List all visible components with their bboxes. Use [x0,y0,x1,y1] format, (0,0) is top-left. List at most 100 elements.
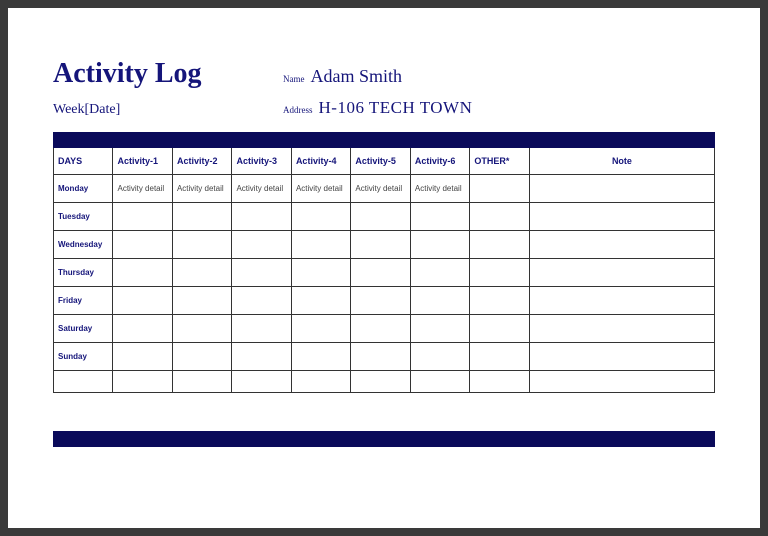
day-cell[interactable]: Sunday [54,343,113,371]
activity-cell[interactable] [529,175,714,203]
activity-cell[interactable] [529,203,714,231]
spacer-cell [470,371,529,393]
activity-cell[interactable] [351,287,410,315]
activity-cell[interactable] [172,315,231,343]
col-activity-5: Activity-5 [351,148,410,175]
activity-cell[interactable] [291,231,350,259]
activity-cell[interactable] [351,231,410,259]
activity-cell[interactable] [470,231,529,259]
col-activity-6: Activity-6 [410,148,469,175]
activity-cell[interactable] [172,259,231,287]
table-spacer-row [54,371,715,393]
activity-cell[interactable] [172,343,231,371]
col-activity-2: Activity-2 [172,148,231,175]
activity-cell[interactable] [291,343,350,371]
activity-cell[interactable]: Activity detail [410,175,469,203]
activity-cell[interactable] [529,343,714,371]
day-cell[interactable]: Thursday [54,259,113,287]
name-value: Adam Smith [311,66,403,87]
spacer-cell [529,371,714,393]
week-label: Week[Date] [53,102,283,118]
activity-cell[interactable] [410,287,469,315]
activity-cell[interactable] [410,315,469,343]
activity-cell[interactable] [529,231,714,259]
document-page: Activity Log Name Adam Smith Week[Date] … [8,8,760,528]
day-cell[interactable]: Saturday [54,315,113,343]
activity-cell[interactable] [113,259,172,287]
activity-cell[interactable] [351,343,410,371]
table-row: Sunday [54,343,715,371]
page-title: Activity Log [53,58,283,90]
name-label: Name [283,74,305,84]
day-cell[interactable]: Friday [54,287,113,315]
table-header-row: DAYS Activity-1 Activity-2 Activity-3 Ac… [54,148,715,175]
spacer-cell [410,371,469,393]
table-row: Wednesday [54,231,715,259]
col-other: OTHER* [470,148,529,175]
activity-cell[interactable]: Activity detail [291,175,350,203]
table-row: Friday [54,287,715,315]
activity-cell[interactable] [232,287,291,315]
activity-cell[interactable] [232,231,291,259]
activity-cell[interactable] [172,231,231,259]
col-activity-4: Activity-4 [291,148,350,175]
activity-cell[interactable] [113,343,172,371]
activity-cell[interactable] [232,203,291,231]
activity-cell[interactable] [113,231,172,259]
activity-cell[interactable]: Activity detail [351,175,410,203]
activity-cell[interactable] [529,259,714,287]
activity-cell[interactable] [113,315,172,343]
day-cell[interactable]: Monday [54,175,113,203]
activity-cell[interactable] [172,203,231,231]
spacer-cell [113,371,172,393]
activity-table: DAYS Activity-1 Activity-2 Activity-3 Ac… [53,148,715,393]
activity-cell[interactable] [232,259,291,287]
activity-cell[interactable] [291,259,350,287]
activity-cell[interactable] [529,287,714,315]
activity-cell[interactable] [410,231,469,259]
activity-cell[interactable] [470,175,529,203]
activity-cell[interactable] [232,315,291,343]
activity-cell[interactable] [529,315,714,343]
activity-cell[interactable] [172,287,231,315]
footer-spacer [53,393,715,431]
col-activity-1: Activity-1 [113,148,172,175]
spacer-cell [351,371,410,393]
address-label: Address [283,105,313,115]
day-cell[interactable]: Wednesday [54,231,113,259]
activity-cell[interactable] [410,343,469,371]
table-row: Saturday [54,315,715,343]
spacer-cell [54,371,113,393]
address-value: H-106 TECH TOWN [319,98,473,118]
activity-cell[interactable] [291,203,350,231]
activity-cell[interactable] [470,343,529,371]
activity-cell[interactable] [470,203,529,231]
activity-cell[interactable] [470,259,529,287]
activity-cell[interactable] [291,287,350,315]
activity-cell[interactable] [470,287,529,315]
activity-cell[interactable] [291,315,350,343]
activity-cell[interactable] [113,287,172,315]
blue-bar-top [53,132,715,148]
table-row: Thursday [54,259,715,287]
table-row: Tuesday [54,203,715,231]
activity-cell[interactable] [351,259,410,287]
activity-cell[interactable] [351,203,410,231]
blue-bar-bottom [53,431,715,447]
activity-cell[interactable] [232,343,291,371]
activity-cell[interactable] [351,315,410,343]
activity-cell[interactable] [470,315,529,343]
spacer-cell [291,371,350,393]
day-cell[interactable]: Tuesday [54,203,113,231]
activity-cell[interactable] [113,203,172,231]
activity-cell[interactable]: Activity detail [172,175,231,203]
col-note: Note [529,148,714,175]
activity-cell[interactable]: Activity detail [232,175,291,203]
activity-cell[interactable]: Activity detail [113,175,172,203]
table-row: MondayActivity detailActivity detailActi… [54,175,715,203]
col-activity-3: Activity-3 [232,148,291,175]
col-days: DAYS [54,148,113,175]
subheader-row: Week[Date] Address H-106 TECH TOWN [53,98,715,118]
activity-cell[interactable] [410,259,469,287]
activity-cell[interactable] [410,203,469,231]
